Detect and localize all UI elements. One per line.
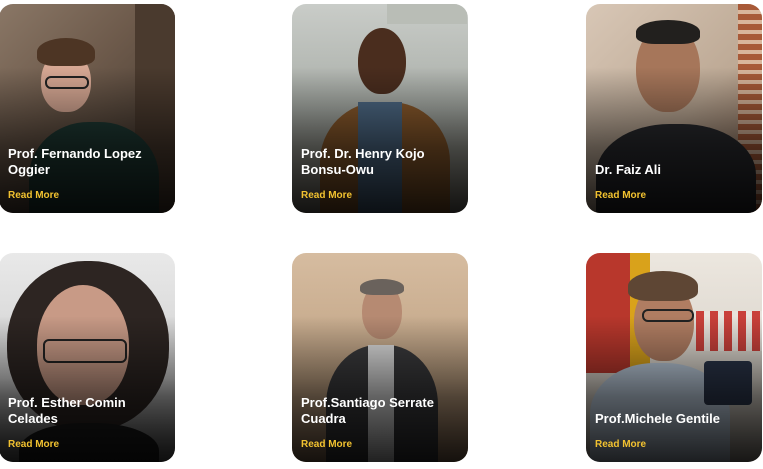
faculty-card[interactable]: Prof.Santiago Serrate Cuadra Read More: [292, 253, 468, 462]
card-info: Prof. Esther Comin Celades Read More: [8, 395, 167, 452]
faculty-name: Prof. Esther Comin Celades: [8, 395, 126, 426]
read-more-link[interactable]: Read More: [301, 439, 352, 450]
read-more-link[interactable]: Read More: [301, 190, 352, 201]
faculty-card[interactable]: Dr. Faiz Ali Read More: [586, 4, 762, 213]
card-info: Prof. Dr. Henry Kojo Bonsu-Owu Read More: [301, 146, 460, 203]
card-info: Prof.Santiago Serrate Cuadra Read More: [301, 395, 460, 452]
card-info: Dr. Faiz Ali Read More: [595, 162, 754, 203]
faculty-card[interactable]: Prof.Michele Gentile Read More: [586, 253, 762, 462]
faculty-card[interactable]: Prof. Fernando Lopez Oggier Read More: [0, 4, 175, 213]
card-info: Prof.Michele Gentile Read More: [595, 411, 754, 452]
faculty-card[interactable]: Prof. Dr. Henry Kojo Bonsu-Owu Read More: [292, 4, 468, 213]
card-info: Prof. Fernando Lopez Oggier Read More: [8, 146, 167, 203]
read-more-link[interactable]: Read More: [8, 190, 59, 201]
read-more-link[interactable]: Read More: [595, 190, 646, 201]
faculty-name: Prof.Michele Gentile: [595, 411, 720, 426]
faculty-grid: Prof. Fernando Lopez Oggier Read More Pr…: [0, 0, 763, 469]
faculty-name: Prof. Dr. Henry Kojo Bonsu-Owu: [301, 146, 425, 177]
faculty-name: Dr. Faiz Ali: [595, 162, 661, 177]
faculty-name: Prof. Fernando Lopez Oggier: [8, 146, 142, 177]
faculty-card[interactable]: Prof. Esther Comin Celades Read More: [0, 253, 175, 462]
faculty-name: Prof.Santiago Serrate Cuadra: [301, 395, 434, 426]
read-more-link[interactable]: Read More: [8, 439, 59, 450]
read-more-link[interactable]: Read More: [595, 439, 646, 450]
